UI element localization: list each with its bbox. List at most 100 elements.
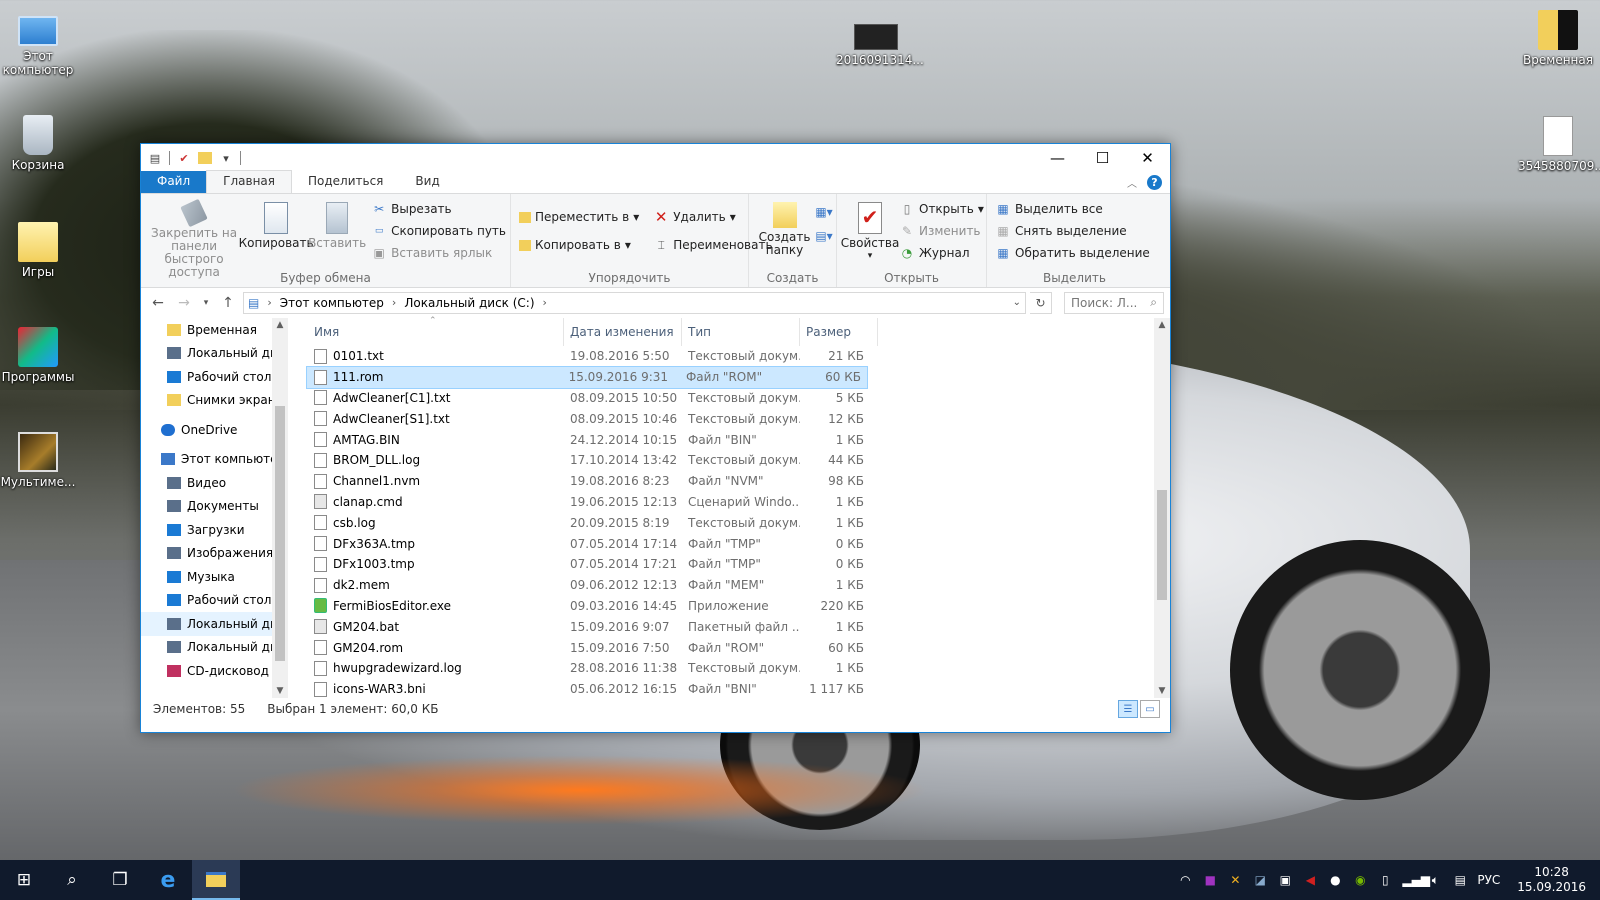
- easy-access-icon[interactable]: ▤▾: [815, 228, 832, 244]
- select-none-button[interactable]: ▦ Снять выделение: [995, 222, 1150, 240]
- volume-icon[interactable]: 🔈︎: [1427, 873, 1443, 888]
- file-row[interactable]: AdwCleaner[S1].txt 08.09.2015 10:46 Тексто…: [289, 408, 1170, 429]
- language-indicator[interactable]: РУС: [1477, 873, 1500, 887]
- properties-icon[interactable]: ✔: [176, 150, 192, 166]
- file-row[interactable]: FermiBiosEditor.exe 09.03.2016 14:45 Прило…: [289, 596, 1170, 617]
- wifi-icon[interactable]: ◠: [1177, 873, 1193, 887]
- nav-item-pc[interactable]: Этот компьютер: [141, 448, 288, 472]
- tab-file[interactable]: Файл: [141, 171, 207, 193]
- select-all-button[interactable]: ▦ Выделить все: [995, 200, 1150, 218]
- nav-item-video[interactable]: Видео: [141, 471, 288, 495]
- tab-view[interactable]: Вид: [399, 171, 455, 193]
- copy-path-button[interactable]: ▭ Скопировать путь: [371, 222, 506, 240]
- nav-item-cd[interactable]: CD-дисковод (: [141, 659, 288, 683]
- paste-shortcut-button[interactable]: ▣ Вставить ярлык: [371, 244, 506, 262]
- file-row[interactable]: 0101.txt 19.08.2016 5:50 Текстовый докум..…: [289, 346, 1170, 367]
- speaker-tray-icon[interactable]: ◀: [1302, 873, 1318, 887]
- desktop-icon-multimedia[interactable]: Мультиме...: [0, 432, 76, 489]
- desktop-icon-games[interactable]: Игры: [0, 222, 76, 279]
- scroll-down-icon[interactable]: ▼: [1154, 686, 1170, 696]
- app-tray-icon[interactable]: ◪: [1252, 873, 1268, 887]
- file-row[interactable]: GM204.rom 15.09.2016 7:50 Файл "ROM" 60 КБ: [289, 637, 1170, 658]
- move-to-button[interactable]: Переместить в ▾: [519, 208, 639, 226]
- nav-item-music[interactable]: Музыка: [141, 565, 288, 589]
- file-row[interactable]: DFx1003.tmp 07.05.2014 17:21 Файл "TMP" 0 К…: [289, 554, 1170, 575]
- desktop-icon-temp[interactable]: Временная: [1518, 10, 1598, 67]
- history-button[interactable]: ◔ Журнал: [899, 244, 984, 262]
- forward-arrow-icon[interactable]: →: [173, 295, 195, 311]
- edge-browser-icon[interactable]: e: [144, 860, 192, 900]
- column-date[interactable]: Дата изменения: [564, 318, 682, 346]
- nav-item-cloud[interactable]: OneDrive: [141, 418, 288, 442]
- app-tray-icon[interactable]: ✕: [1227, 873, 1243, 887]
- action-center-icon[interactable]: ▤: [1452, 873, 1468, 887]
- usb-icon[interactable]: ▯: [1377, 873, 1393, 887]
- chevron-right-icon[interactable]: ›: [543, 296, 547, 309]
- edit-button[interactable]: ✎ Изменить: [899, 222, 984, 240]
- nav-item-download[interactable]: Загрузки: [141, 518, 288, 542]
- help-icon[interactable]: ?: [1147, 174, 1162, 190]
- start-windows-icon[interactable]: ⊞: [0, 860, 48, 900]
- minimize-button[interactable]: —: [1035, 144, 1080, 172]
- scroll-down-icon[interactable]: ▼: [272, 686, 288, 696]
- file-row[interactable]: BROM_DLL.log 17.10.2014 13:42 Текстовый до…: [289, 450, 1170, 471]
- maximize-button[interactable]: ☐: [1080, 144, 1125, 172]
- scroll-up-icon[interactable]: ▲: [272, 320, 288, 330]
- nav-scrollbar-thumb[interactable]: [275, 406, 285, 661]
- copy-to-button[interactable]: Копировать в ▾: [519, 236, 639, 254]
- file-explorer-icon[interactable]: [192, 860, 240, 900]
- file-row[interactable]: csb.log 20.09.2015 8:19 Текстовый докум...…: [289, 512, 1170, 533]
- file-row[interactable]: 111.rom 15.09.2016 9:31 Файл "ROM" 60 КБ: [306, 365, 868, 389]
- scroll-up-icon[interactable]: ▲: [1154, 320, 1170, 330]
- nav-item-desktop[interactable]: Рабочий стол: [141, 589, 288, 613]
- nav-item-drive[interactable]: Локальный ди: [141, 636, 288, 660]
- chevron-right-icon[interactable]: ›: [392, 296, 396, 309]
- clock[interactable]: 10:28 15.09.2016: [1517, 865, 1586, 895]
- nav-item-folder[interactable]: Снимки экран: [141, 389, 288, 413]
- desktop-icon-this-pc[interactable]: Этот компьютер: [0, 10, 76, 77]
- file-row[interactable]: AMTAG.BIN 24.12.2014 10:15 Файл "BIN" 1 КБ: [289, 429, 1170, 450]
- breadcrumb-local-disk[interactable]: Локальный диск (C:): [404, 296, 534, 310]
- file-row[interactable]: DFx363A.tmp 07.05.2014 17:14 Файл "TMP" 0 К…: [289, 533, 1170, 554]
- nav-item-drive[interactable]: Локальный ди: [141, 342, 288, 366]
- file-row[interactable]: dk2.mem 09.06.2012 12:13 Файл "MEM" 1 КБ: [289, 575, 1170, 596]
- nav-item-docs[interactable]: Документы: [141, 495, 288, 519]
- file-row[interactable]: icons-WAR3.bni 05.06.2012 16:15 Файл "BNI"…: [289, 679, 1170, 700]
- nav-scrollbar[interactable]: ▲ ▼: [272, 318, 288, 698]
- file-row[interactable]: clanap.cmd 19.06.2015 12:13 Сценарий Windo…: [289, 492, 1170, 513]
- desktop-icon-programs[interactable]: Программы: [0, 327, 76, 384]
- app-tray-icon[interactable]: ▣: [1277, 873, 1293, 887]
- tab-home[interactable]: Главная: [206, 170, 292, 193]
- nav-item-images[interactable]: Изображения: [141, 542, 288, 566]
- invert-selection-button[interactable]: ▦ Обратить выделение: [995, 244, 1149, 262]
- files-scrollbar-thumb[interactable]: [1157, 490, 1167, 600]
- file-row[interactable]: Channel1.nvm 19.08.2016 8:23 Файл "NVM" 98 …: [289, 471, 1170, 492]
- new-item-icon[interactable]: ▦▾: [815, 204, 832, 220]
- nav-item-desktop[interactable]: Рабочий стол: [141, 365, 288, 389]
- app-tray-icon[interactable]: ■: [1202, 873, 1218, 887]
- search-input[interactable]: Поиск: Л... ⌕: [1064, 291, 1164, 314]
- nav-item-folder[interactable]: Временная: [141, 318, 288, 342]
- address-dropdown-icon[interactable]: ⌄: [1013, 297, 1021, 308]
- task-view-icon[interactable]: ❐: [96, 860, 144, 900]
- close-button[interactable]: ✕: [1125, 144, 1170, 172]
- cut-button[interactable]: ✂ Вырезать: [371, 200, 506, 218]
- window-menu-icon[interactable]: ▤: [147, 150, 163, 166]
- nav-item-drive[interactable]: Локальный ди: [141, 612, 288, 636]
- details-view-icon[interactable]: ☰: [1118, 700, 1138, 718]
- files-scrollbar[interactable]: ▲ ▼: [1154, 318, 1170, 698]
- open-button[interactable]: ▯ Открыть ▾: [899, 200, 984, 218]
- up-arrow-icon[interactable]: ↑: [217, 295, 239, 311]
- address-box[interactable]: ▤ › Этот компьютер › Локальный диск (C:)…: [243, 291, 1026, 314]
- nvidia-icon[interactable]: ◉: [1352, 873, 1368, 887]
- file-row[interactable]: AdwCleaner[C1].txt 08.09.2015 10:50 Тексто…: [289, 388, 1170, 409]
- back-arrow-icon[interactable]: ←: [147, 295, 169, 311]
- desktop-icon-video[interactable]: 2016091314...: [836, 14, 924, 67]
- refresh-icon[interactable]: ↻: [1030, 291, 1052, 314]
- file-row[interactable]: hwupgradewizard.log 28.08.2016 11:38 Текст…: [289, 658, 1170, 679]
- collapse-ribbon-icon[interactable]: ︿: [1127, 175, 1137, 190]
- column-size[interactable]: Размер: [800, 318, 878, 346]
- new-folder-icon[interactable]: [198, 152, 212, 164]
- column-type[interactable]: Тип: [682, 318, 800, 346]
- customize-qat-icon[interactable]: ▾: [218, 150, 234, 166]
